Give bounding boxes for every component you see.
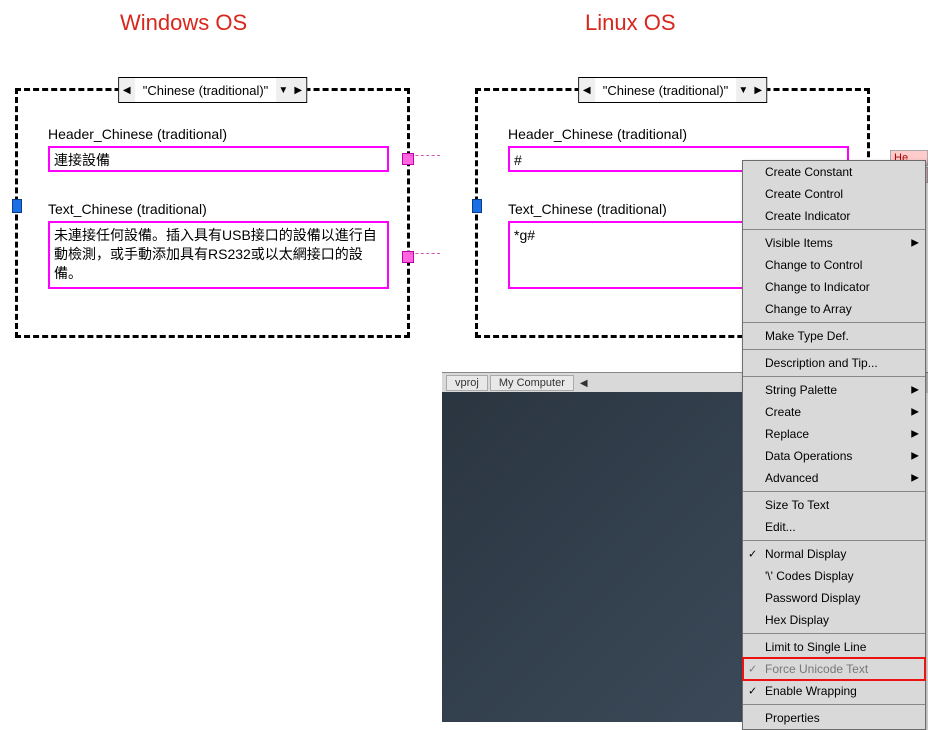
submenu-arrow-icon: ▶: [911, 451, 919, 462]
menu-item-description-and-tip[interactable]: Description and Tip...: [743, 352, 925, 374]
menu-separator: [743, 349, 925, 350]
path-scroll-left-icon[interactable]: ◀: [580, 378, 588, 389]
text-label-left: Text_Chinese (traditional): [48, 201, 207, 217]
case-selector-label-left: "Chinese (traditional)": [135, 83, 277, 98]
menu-item-enable-wrapping[interactable]: Enable Wrapping✓: [743, 680, 925, 702]
menu-item-data-operations[interactable]: Data Operations▶: [743, 445, 925, 467]
check-icon: ✓: [748, 685, 757, 698]
menu-separator: [743, 704, 925, 705]
header-label-right: Header_Chinese (traditional): [508, 126, 687, 142]
check-icon: ✓: [748, 663, 757, 676]
wire-icon: [410, 155, 440, 157]
case-next-icon[interactable]: ▶: [290, 78, 306, 102]
case-dropdown-icon[interactable]: ▼: [276, 78, 290, 102]
path-segment-target[interactable]: My Computer: [490, 375, 574, 391]
menu-item-change-to-indicator[interactable]: Change to Indicator: [743, 276, 925, 298]
case-selector-left[interactable]: ◀ "Chinese (traditional)" ▼ ▶: [118, 77, 308, 103]
submenu-arrow-icon: ▶: [911, 407, 919, 418]
menu-separator: [743, 229, 925, 230]
case-structure-left: ◀ "Chinese (traditional)" ▼ ▶ Header_Chi…: [15, 88, 410, 338]
menu-item-create-constant[interactable]: Create Constant: [743, 161, 925, 183]
tunnel-in-right: [472, 199, 482, 213]
submenu-arrow-icon: ▶: [911, 238, 919, 249]
submenu-arrow-icon: ▶: [911, 429, 919, 440]
case-dropdown-icon[interactable]: ▼: [736, 78, 750, 102]
menu-item-normal-display[interactable]: Normal Display✓: [743, 543, 925, 565]
menu-item-properties[interactable]: Properties: [743, 707, 925, 729]
wire-icon: [410, 253, 440, 255]
header-value-left[interactable]: 連接設備: [48, 146, 389, 172]
path-segment-project[interactable]: vproj: [446, 375, 488, 391]
menu-item-hex-display[interactable]: Hex Display: [743, 609, 925, 631]
menu-item-edit[interactable]: Edit...: [743, 516, 925, 538]
menu-separator: [743, 322, 925, 323]
text-label-right: Text_Chinese (traditional): [508, 201, 667, 217]
case-next-icon[interactable]: ▶: [750, 78, 766, 102]
menu-separator: [743, 376, 925, 377]
case-selector-label-right: "Chinese (traditional)": [595, 83, 737, 98]
menu-item-change-to-control[interactable]: Change to Control: [743, 254, 925, 276]
menu-item-password-display[interactable]: Password Display: [743, 587, 925, 609]
header-label-left: Header_Chinese (traditional): [48, 126, 227, 142]
menu-separator: [743, 633, 925, 634]
submenu-arrow-icon: ▶: [911, 473, 919, 484]
menu-item-string-palette[interactable]: String Palette▶: [743, 379, 925, 401]
menu-item-size-to-text[interactable]: Size To Text: [743, 494, 925, 516]
context-menu: Create ConstantCreate ControlCreate Indi…: [742, 160, 926, 730]
menu-item-replace[interactable]: Replace▶: [743, 423, 925, 445]
submenu-arrow-icon: ▶: [911, 385, 919, 396]
title-linux: Linux OS: [585, 10, 676, 36]
menu-item-create-indicator[interactable]: Create Indicator: [743, 205, 925, 227]
text-value-left[interactable]: 未連接任何設備。插入具有USB接口的設備以進行自動檢測，或手動添加具有RS232…: [48, 221, 389, 289]
title-windows: Windows OS: [120, 10, 247, 36]
check-icon: ✓: [748, 548, 757, 561]
menu-item-change-to-array[interactable]: Change to Array: [743, 298, 925, 320]
menu-item-make-type-def[interactable]: Make Type Def.: [743, 325, 925, 347]
case-prev-icon[interactable]: ◀: [579, 78, 595, 102]
case-selector-right[interactable]: ◀ "Chinese (traditional)" ▼ ▶: [578, 77, 768, 103]
menu-item-limit-to-single-line[interactable]: Limit to Single Line: [743, 636, 925, 658]
menu-item-create-control[interactable]: Create Control: [743, 183, 925, 205]
menu-item-advanced[interactable]: Advanced▶: [743, 467, 925, 489]
menu-item-visible-items[interactable]: Visible Items▶: [743, 232, 925, 254]
menu-separator: [743, 491, 925, 492]
tunnel-in-left: [12, 199, 22, 213]
menu-item-force-unicode-text[interactable]: Force Unicode Text✓: [743, 658, 925, 680]
menu-item-create[interactable]: Create▶: [743, 401, 925, 423]
menu-separator: [743, 540, 925, 541]
block-diagram-background: [442, 392, 742, 722]
menu-item-codes-display[interactable]: '\' Codes Display: [743, 565, 925, 587]
case-prev-icon[interactable]: ◀: [119, 78, 135, 102]
